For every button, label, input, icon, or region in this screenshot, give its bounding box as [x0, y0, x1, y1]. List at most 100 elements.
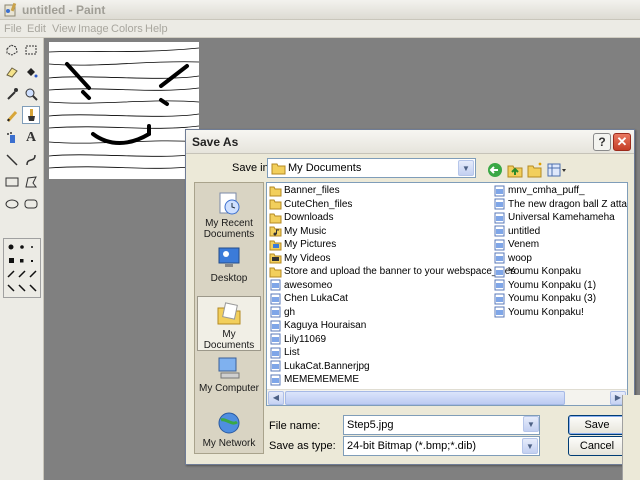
menu-edit[interactable]: Edit: [27, 23, 46, 35]
fill-with-color-icon[interactable]: [22, 63, 40, 81]
image-file-icon: [270, 360, 281, 372]
menu-view[interactable]: View: [52, 23, 76, 35]
save-button[interactable]: Save: [568, 415, 626, 435]
folder-icon: [269, 186, 282, 197]
file-list-item[interactable]: My Pictures: [269, 238, 515, 252]
chevron-down-icon[interactable]: ▼: [458, 160, 474, 176]
file-name: My Pictures: [284, 239, 337, 251]
file-name: Youmu Konpaku!: [508, 306, 584, 318]
file-list-item[interactable]: Lily11069: [269, 333, 515, 347]
text-icon[interactable]: A: [22, 129, 40, 147]
file-list-item[interactable]: mnv_cmha_puff_: [493, 184, 627, 198]
free-form-select-icon[interactable]: [3, 41, 21, 59]
file-list-item[interactable]: Downloads: [269, 211, 515, 225]
file-name: MEMEMEMEME: [284, 374, 359, 386]
file-list-item[interactable]: Youmu Konpaku: [493, 265, 627, 279]
curve-icon[interactable]: [22, 151, 40, 169]
save-in-dropdown[interactable]: My Documents ▼: [267, 158, 476, 178]
new-folder-icon[interactable]: [526, 161, 544, 179]
save-as-type-dropdown[interactable]: 24-bit Bitmap (*.bmp;*.dib) ▼: [343, 436, 540, 456]
file-list-item[interactable]: LukaCat.Bannerjpg: [269, 360, 515, 374]
my-documents-small-icon: [271, 163, 286, 175]
place-my-documents[interactable]: My Documents: [197, 296, 261, 351]
file-list-item[interactable]: untitled: [493, 225, 627, 239]
file-name-input[interactable]: [347, 418, 517, 432]
scrollbar-thumb[interactable]: [285, 391, 565, 405]
horizontal-scrollbar[interactable]: ◀ ▶: [267, 389, 627, 405]
my-documents-icon: [217, 302, 241, 325]
my-computer-icon: [218, 357, 240, 379]
file-list-item[interactable]: My Music: [269, 225, 515, 239]
magnifier-icon[interactable]: [22, 85, 40, 103]
place-desktop[interactable]: Desktop: [197, 241, 261, 296]
close-button[interactable]: ✕: [613, 133, 631, 151]
pencil-icon[interactable]: [3, 107, 21, 125]
rectangle-icon[interactable]: [3, 173, 21, 191]
image-file-icon: [270, 293, 281, 305]
file-list-item[interactable]: Youmu Konpaku (3): [493, 292, 627, 306]
file-name-field[interactable]: ▼: [343, 415, 540, 435]
file-list-item[interactable]: gh: [269, 306, 515, 320]
file-list-item[interactable]: Venem: [493, 238, 627, 252]
rounded-rectangle-icon[interactable]: [22, 195, 40, 213]
brush-icon[interactable]: [22, 106, 40, 124]
file-name: Universal Kamehameha: [508, 212, 615, 224]
file-name-dropdown[interactable]: ▼: [521, 415, 539, 435]
brush-options-box[interactable]: [3, 238, 41, 298]
music-folder-icon: [269, 226, 282, 237]
image-file-icon: [270, 333, 281, 345]
pick-color-icon[interactable]: [3, 85, 21, 103]
place-my-computer[interactable]: My Computer: [197, 351, 261, 406]
menu-image[interactable]: Image: [78, 23, 109, 35]
file-list[interactable]: Banner_files CuteChen_files Downloads My Mu…: [266, 182, 628, 406]
file-list-item[interactable]: Youmu Konpaku (1): [493, 279, 627, 293]
brush-shapes-icon: [7, 244, 37, 292]
place-my-recent-documents[interactable]: My Recent Documents: [197, 186, 261, 241]
image-file-icon: [494, 279, 505, 291]
file-list-item[interactable]: awesomeo: [269, 279, 515, 293]
file-list-item[interactable]: Youmu Konpaku!: [493, 306, 627, 320]
file-list-item[interactable]: woop: [493, 252, 627, 266]
up-folder-icon[interactable]: [506, 161, 524, 179]
chevron-down-icon[interactable]: ▼: [522, 438, 538, 454]
file-list-item[interactable]: Chen LukaCat: [269, 292, 515, 306]
file-list-item[interactable]: Kaguya Houraisan: [269, 319, 515, 333]
file-name: LukaCat.Bannerjpg: [284, 360, 370, 372]
select-icon[interactable]: [22, 41, 40, 59]
image-file-icon: [494, 293, 505, 305]
file-list-item[interactable]: MEMEMEMEME: [269, 373, 515, 387]
file-name: Youmu Konpaku (3): [508, 293, 597, 305]
paint-vertical-scrollbar[interactable]: [622, 395, 640, 480]
file-list-item[interactable]: Banner_files: [269, 184, 515, 198]
file-name: The new dragon ball Z attack! N: [508, 198, 627, 210]
ellipse-icon[interactable]: [3, 195, 21, 213]
back-icon[interactable]: [486, 161, 504, 179]
save-in-value: My Documents: [288, 162, 362, 174]
eraser-icon[interactable]: [3, 63, 21, 81]
file-list-item[interactable]: List: [269, 346, 515, 360]
file-list-item[interactable]: My Videos: [269, 252, 515, 266]
place-my-network[interactable]: My Network: [197, 406, 261, 452]
file-list-item[interactable]: CuteChen_files: [269, 198, 515, 212]
file-list-item[interactable]: The new dragon ball Z attack! N: [493, 198, 627, 212]
folder-icon: [269, 199, 282, 210]
help-button[interactable]: ?: [593, 133, 611, 151]
airbrush-icon[interactable]: [3, 129, 21, 147]
menu-file[interactable]: File: [4, 23, 22, 35]
pictures-folder-icon: [269, 240, 282, 251]
chevron-down-icon[interactable]: ▼: [523, 416, 539, 432]
file-name: Venem: [508, 239, 540, 251]
polygon-icon[interactable]: [22, 173, 40, 191]
file-list-item[interactable]: Store and upload the banner to your webs…: [269, 265, 515, 279]
cancel-button[interactable]: Cancel: [568, 436, 626, 456]
views-menu-icon[interactable]: [546, 161, 568, 179]
menu-colors[interactable]: Colors: [111, 23, 143, 35]
window-title: untitled - Paint: [22, 3, 106, 17]
file-name: List: [284, 347, 300, 359]
line-icon[interactable]: [3, 151, 21, 169]
file-list-item[interactable]: Universal Kamehameha: [493, 211, 627, 225]
menu-help[interactable]: Help: [145, 23, 168, 35]
image-file-icon: [494, 198, 505, 210]
scroll-left-icon[interactable]: ◀: [268, 391, 284, 405]
drawing-canvas[interactable]: [48, 42, 200, 179]
